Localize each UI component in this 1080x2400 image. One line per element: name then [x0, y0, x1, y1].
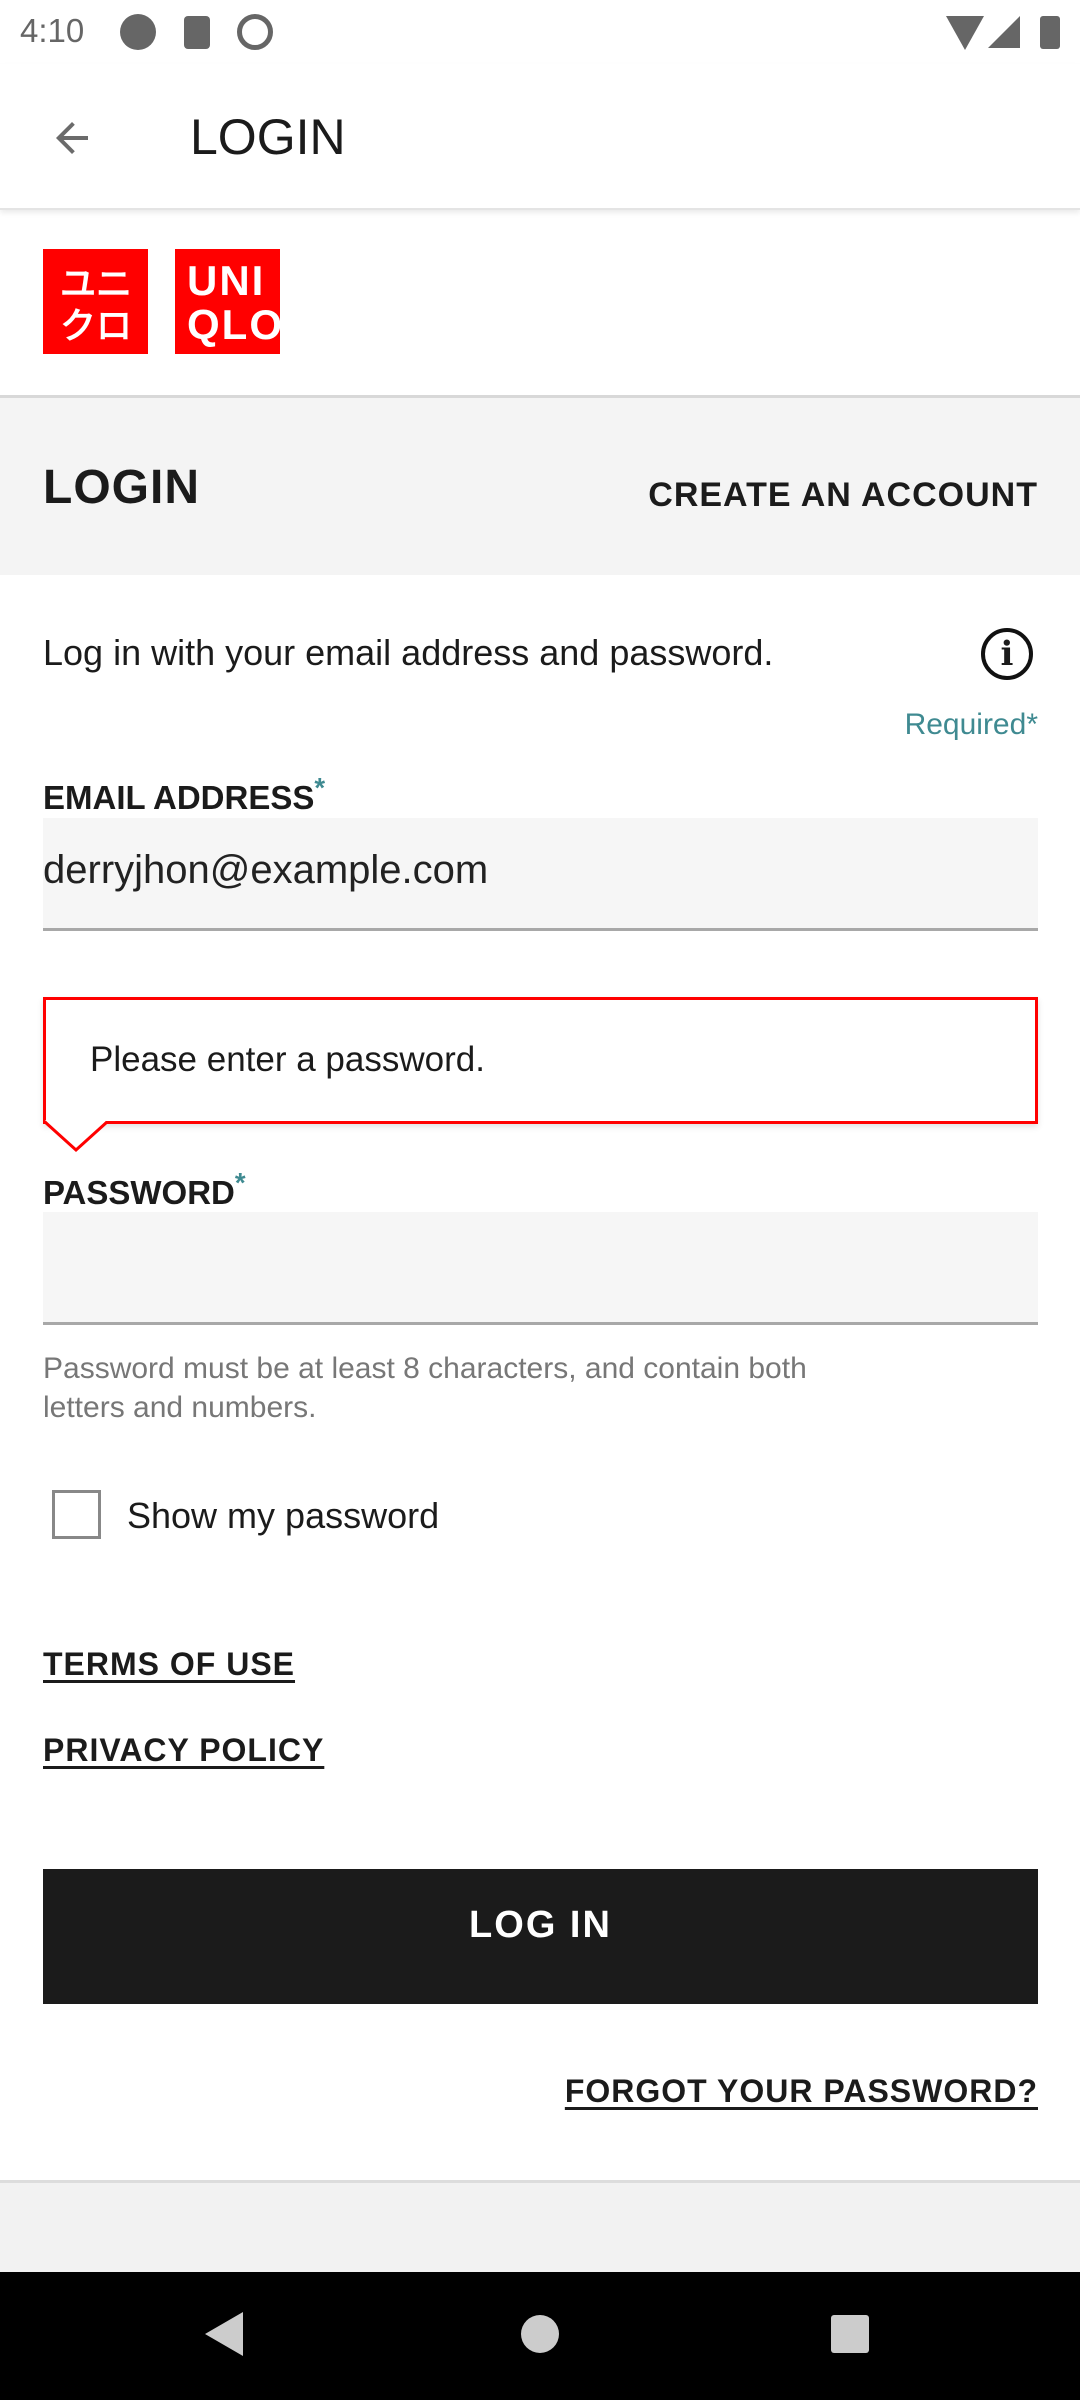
uniqlo-logo-katakana[interactable]: ユニクロ — [43, 249, 148, 354]
password-input[interactable] — [43, 1212, 1038, 1325]
status-bar: 4:10 — [0, 0, 1080, 64]
login-tabs: LOGIN CREATE AN ACCOUNT — [0, 395, 1080, 575]
navigation-bar — [0, 2272, 1080, 2400]
show-password-label[interactable]: Show my password — [127, 1495, 439, 1537]
app-bar: LOGIN — [0, 64, 1080, 210]
password-hint-line2: letters and numbers. — [43, 1391, 317, 1424]
status-time: 4:10 — [20, 12, 85, 49]
forgot-password-link[interactable]: FORGOT YOUR PASSWORD? — [565, 2073, 1038, 2110]
password-label-text: PASSWORD — [43, 1174, 235, 1211]
tab-create-account[interactable]: CREATE AN ACCOUNT — [648, 476, 1038, 515]
nav-back-icon[interactable] — [205, 2312, 243, 2356]
password-hint-line1: Password must be at least 8 characters, … — [43, 1352, 807, 1385]
signal-icon — [988, 16, 1020, 48]
nav-recents-icon[interactable] — [831, 2315, 869, 2353]
battery-icon — [1040, 16, 1060, 49]
logo-katakana-text: ユニクロ — [59, 263, 132, 346]
terms-of-use-link[interactable]: TERMS OF USE — [43, 1646, 295, 1683]
privacy-policy-link[interactable]: PRIVACY POLICY — [43, 1732, 324, 1769]
tab-login[interactable]: LOGIN — [43, 460, 200, 515]
login-button[interactable]: LOG IN — [43, 1869, 1038, 2004]
app-bar-title: LOGIN — [190, 109, 346, 165]
nav-home-icon[interactable] — [521, 2315, 559, 2353]
info-icon[interactable]: i — [981, 628, 1033, 680]
data-saver-icon — [237, 14, 273, 50]
email-value: derryjhon@example.com — [43, 848, 489, 892]
show-password-checkbox[interactable] — [52, 1490, 101, 1539]
password-required-asterisk: * — [234, 1167, 246, 1198]
logo-line1: UNI — [187, 257, 266, 304]
email-required-asterisk: * — [314, 772, 326, 803]
password-label: PASSWORD* — [43, 1167, 246, 1212]
email-input[interactable]: derryjhon@example.com — [43, 818, 1038, 931]
sync-icon — [120, 14, 156, 50]
login-button-label: LOG IN — [469, 1904, 612, 1946]
required-note: Required* — [905, 708, 1038, 742]
logo-line2: QLO — [187, 301, 284, 348]
error-tooltip: Please enter a password. — [43, 997, 1038, 1124]
email-label-text: EMAIL ADDRESS — [43, 779, 315, 816]
wifi-icon — [946, 16, 984, 50]
required-text: Required — [904, 708, 1027, 741]
sd-card-icon — [184, 16, 210, 49]
tooltip-arrow — [43, 1120, 109, 1153]
error-tooltip-text: Please enter a password. — [90, 1040, 485, 1079]
required-asterisk: * — [1026, 708, 1038, 741]
back-arrow-icon[interactable] — [48, 114, 96, 162]
email-label: EMAIL ADDRESS* — [43, 772, 325, 817]
uniqlo-logo-latin[interactable]: UNI QLO — [175, 249, 282, 354]
intro-text: Log in with your email address and passw… — [43, 632, 774, 673]
footer-area — [0, 2180, 1080, 2272]
